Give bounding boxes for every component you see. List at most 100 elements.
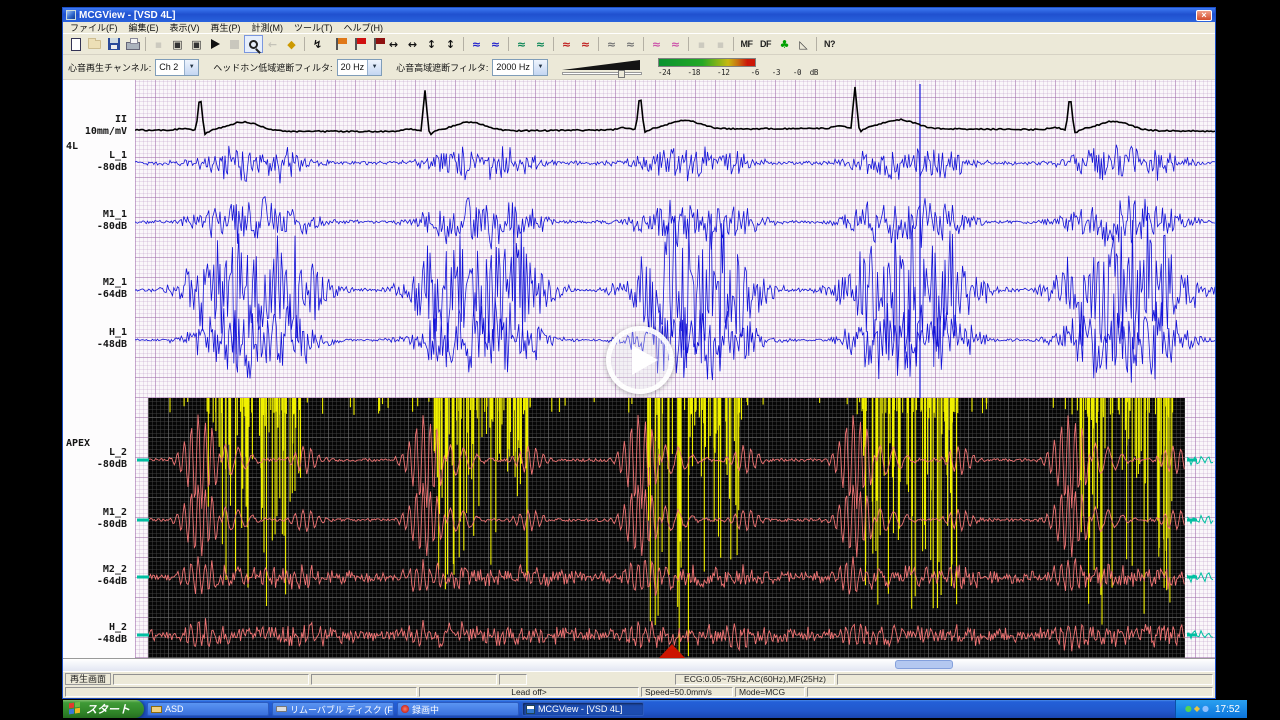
- waveform-plot[interactable]: [135, 80, 1215, 658]
- patient-button[interactable]: ♣: [775, 35, 794, 53]
- flag-orange-button[interactable]: [327, 35, 346, 53]
- level-meter-scale: -24 -18 -12 -6 -3 -0 dB: [658, 68, 818, 77]
- channel-select[interactable]: Ch 2 ▼: [155, 59, 199, 76]
- wave-blue-up-button[interactable]: ≈: [467, 35, 486, 53]
- play-button[interactable]: [206, 35, 225, 53]
- wave-gray-up-button[interactable]: ≈: [602, 35, 621, 53]
- report-area-button[interactable]: ◺: [794, 35, 813, 53]
- menu-tools[interactable]: ツール(T): [294, 21, 333, 34]
- window-title: MCGView - [VSD 4L]: [79, 10, 176, 21]
- span-compress-button[interactable]: ↔: [403, 35, 422, 53]
- zoom-select-button[interactable]: [244, 35, 263, 53]
- wave-green-up-icon: ≈: [517, 39, 526, 50]
- volume-slider[interactable]: [562, 60, 642, 75]
- exercise-mode-button[interactable]: ↯: [308, 35, 327, 53]
- patient-icon: ♣: [780, 39, 790, 50]
- app-icon: [526, 705, 535, 714]
- wave-green-up-button[interactable]: ≈: [512, 35, 531, 53]
- ecg-filter-info: ECG:0.05~75Hz,AC(60Hz),MF(25Hz): [675, 674, 835, 685]
- volume-track[interactable]: [562, 72, 642, 75]
- undo-icon: ←: [268, 39, 277, 50]
- menu-play[interactable]: 再生(P): [211, 21, 241, 34]
- wave-red-down-button[interactable]: ≈: [576, 35, 595, 53]
- volume-thumb[interactable]: [618, 70, 625, 78]
- speed-status: Speed=50.0mm/s: [641, 687, 733, 697]
- scrollbar-thumb[interactable]: [895, 660, 953, 669]
- toolbar-separator: [733, 37, 734, 51]
- highcut-select[interactable]: 2000 Hz ▼: [492, 59, 548, 76]
- wave-blue-up-icon: ≈: [472, 39, 481, 50]
- playback-panel-1: [113, 674, 309, 685]
- wave-blue-down-button[interactable]: ≈: [486, 35, 505, 53]
- chevron-down-icon[interactable]: ▼: [184, 60, 198, 75]
- event-marker-button[interactable]: ◆: [282, 35, 301, 53]
- task-mcgview-button[interactable]: MCGView - [VSD 4L]: [522, 702, 644, 716]
- open-file-icon: [88, 40, 101, 49]
- menu-help[interactable]: ヘルプ(H): [344, 21, 384, 34]
- new-file-button[interactable]: [66, 35, 85, 53]
- close-button[interactable]: ×: [1196, 10, 1212, 21]
- tray-icon-1[interactable]: ◆: [1194, 704, 1200, 713]
- lowcut-select[interactable]: 20 Hz ▼: [337, 59, 383, 76]
- toolbar-separator: [145, 37, 146, 51]
- task-removable-disk-button[interactable]: リムーバブル ディスク (F:): [272, 702, 394, 716]
- task-label: リムーバブル ディスク (F:): [290, 703, 394, 716]
- task-recording-button[interactable]: 録画中: [397, 702, 519, 716]
- df-filter-button[interactable]: DF: [756, 35, 775, 53]
- stop-icon: [230, 40, 239, 49]
- tray-icon-2[interactable]: ●: [1202, 704, 1209, 713]
- channel-H_1-label: H_1: [63, 327, 127, 338]
- menu-file[interactable]: ファイル(F): [70, 21, 118, 34]
- chevron-down-icon[interactable]: ▼: [533, 60, 547, 75]
- tray-icons[interactable]: ●◆●: [1185, 705, 1211, 713]
- playback-panel-4: [837, 674, 1213, 685]
- open-file-button: [85, 35, 104, 53]
- channel-L_2-gain: -80dB: [63, 459, 127, 470]
- help-button[interactable]: N?: [820, 35, 839, 53]
- video-play-overlay[interactable]: [606, 326, 674, 394]
- mf-filter-button[interactable]: MF: [737, 35, 756, 53]
- wave-pink-down-button[interactable]: ≈: [666, 35, 685, 53]
- gain-down-icon: ↕: [446, 39, 455, 50]
- zoom-select-icon: [249, 40, 258, 49]
- position-scrollbar[interactable]: [63, 658, 1215, 671]
- toolbar-separator: [463, 37, 464, 51]
- save-file-button[interactable]: [104, 35, 123, 53]
- tool-a-button: ▪: [692, 35, 711, 53]
- menu-view[interactable]: 表示(V): [170, 21, 200, 34]
- wave-blue-down-icon: ≈: [491, 39, 500, 50]
- channel-M2_2-gain: -64dB: [63, 576, 127, 587]
- title-bar[interactable]: MCGView - [VSD 4L] ×: [63, 8, 1215, 22]
- wave-green-down-button[interactable]: ≈: [531, 35, 550, 53]
- wave-pink-up-button[interactable]: ≈: [647, 35, 666, 53]
- print-button[interactable]: [123, 35, 142, 53]
- toolbar-separator: [688, 37, 689, 51]
- span-expand-button[interactable]: ↔: [384, 35, 403, 53]
- wave-red-up-button[interactable]: ≈: [557, 35, 576, 53]
- menu-edit[interactable]: 編集(E): [129, 21, 159, 34]
- gain-down-button[interactable]: ↕: [441, 35, 460, 53]
- flag-dark-red-button[interactable]: [365, 35, 384, 53]
- playback-bar: 再生画面 ECG:0.05~75Hz,AC(60Hz),MF(25Hz): [63, 671, 1215, 686]
- taskbar: スタート ASD リムーバブル ディスク (F:)録画中MCGView - [VS…: [63, 700, 1247, 718]
- menu-measure[interactable]: 計測(M): [252, 21, 284, 34]
- gain-up-button[interactable]: ↕: [422, 35, 441, 53]
- chevron-down-icon[interactable]: ▼: [367, 60, 381, 75]
- wave-gray-down-button[interactable]: ≈: [621, 35, 640, 53]
- task-asd-button[interactable]: ASD: [147, 702, 269, 716]
- clock: 17:52: [1215, 704, 1240, 715]
- span-compress-icon: ↔: [408, 39, 417, 50]
- ecg-scale-label: 10mm/mV: [63, 126, 127, 137]
- playback-screen-label: 再生画面: [65, 673, 111, 685]
- tray-icon-0[interactable]: ●: [1185, 704, 1192, 713]
- start-button[interactable]: スタート: [63, 700, 144, 718]
- flag-dark-red-icon: [374, 38, 376, 50]
- snapshot-b-button[interactable]: ▣: [187, 35, 206, 53]
- snapshot-a-button[interactable]: ▣: [168, 35, 187, 53]
- flag-orange-icon: [336, 38, 338, 50]
- channel-label-gutter: II10mm/mV4LAPEXL_1-80dBM1_1-80dBM2_1-64d…: [63, 80, 135, 658]
- snapshot-b-icon: ▣: [191, 39, 201, 50]
- phono-panel: [148, 398, 1185, 658]
- channel-value: Ch 2: [156, 62, 184, 72]
- flag-red-button[interactable]: [346, 35, 365, 53]
